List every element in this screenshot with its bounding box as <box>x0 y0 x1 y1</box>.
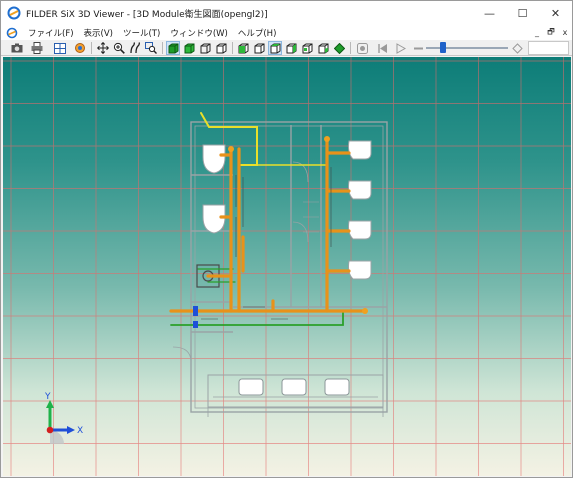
menu-tools[interactable]: ツール(T) <box>118 27 165 39</box>
title-bar: FILDER SiX 3D Viewer - [3D Module衛生図面(op… <box>1 1 572 25</box>
shade-solid-icon[interactable] <box>166 41 180 55</box>
hidden-line-icon[interactable] <box>214 41 228 55</box>
zoom-in-icon[interactable] <box>112 41 126 55</box>
record-icon[interactable] <box>355 41 369 55</box>
wireframe-icon[interactable] <box>198 41 212 55</box>
close-button[interactable]: ✕ <box>539 1 572 25</box>
view-back-icon[interactable] <box>252 41 266 55</box>
camera-icon[interactable] <box>10 41 24 55</box>
toolbar <box>1 40 572 56</box>
pan-icon[interactable] <box>96 41 110 55</box>
app-logo-icon <box>7 6 21 20</box>
view-green-icon[interactable] <box>332 41 346 55</box>
shade-green-icon[interactable] <box>182 41 196 55</box>
menu-file[interactable]: ファイル(F) <box>23 27 79 39</box>
document-app-icon <box>6 27 18 38</box>
print-icon[interactable] <box>30 41 44 55</box>
grid-view-icon[interactable] <box>53 41 67 55</box>
window-controls: — ☐ ✕ <box>473 1 572 25</box>
view-side-icon[interactable] <box>284 41 298 55</box>
toilets <box>202 144 226 234</box>
app-window: FILDER SiX 3D Viewer - [3D Module衛生図面(op… <box>0 0 573 478</box>
window-title: FILDER SiX 3D Viewer - [3D Module衛生図面(op… <box>26 9 268 20</box>
play-icon[interactable] <box>393 41 407 55</box>
wash-basins <box>238 378 350 396</box>
axis-y-label: Y <box>44 392 51 402</box>
grid-lines <box>3 57 571 476</box>
skip-back-icon[interactable] <box>375 41 389 55</box>
mdi-close-button[interactable]: x <box>560 27 570 38</box>
supply-pipes <box>170 112 344 326</box>
maximize-button[interactable]: ☐ <box>506 1 539 25</box>
view-right-icon[interactable] <box>316 41 330 55</box>
frame-slider-thumb[interactable] <box>440 42 446 53</box>
zoom-window-icon[interactable] <box>144 41 158 55</box>
plus-icon[interactable] <box>510 41 524 55</box>
menu-view[interactable]: 表示(V) <box>79 27 118 39</box>
axis-triad: Y X <box>44 392 83 444</box>
menu-help[interactable]: ヘルプ(H) <box>233 27 282 39</box>
menu-bar: ファイル(F) 表示(V) ツール(T) ウィンドウ(W) ヘルプ(H) _ 🗗… <box>1 25 572 40</box>
mdi-restore-button[interactable]: 🗗 <box>546 27 556 38</box>
scene-canvas: Y X <box>3 57 571 476</box>
frame-slider[interactable] <box>426 47 508 49</box>
walk-icon[interactable] <box>128 41 142 55</box>
3d-viewport[interactable]: Y X <box>3 57 571 476</box>
frame-field[interactable] <box>528 41 569 55</box>
axis-x-label: X <box>77 426 83 436</box>
minimize-button[interactable]: — <box>473 1 506 25</box>
mdi-minimize-button[interactable]: _ <box>532 27 542 38</box>
view-front-icon[interactable] <box>236 41 250 55</box>
urinals <box>348 140 372 280</box>
view-top-icon[interactable] <box>268 41 282 55</box>
view-iso-icon[interactable] <box>300 41 314 55</box>
mdi-controls: _ 🗗 x <box>532 25 570 40</box>
menu-window[interactable]: ウィンドウ(W) <box>165 27 233 39</box>
measure-icon[interactable] <box>73 41 87 55</box>
minus-icon[interactable] <box>411 41 425 55</box>
